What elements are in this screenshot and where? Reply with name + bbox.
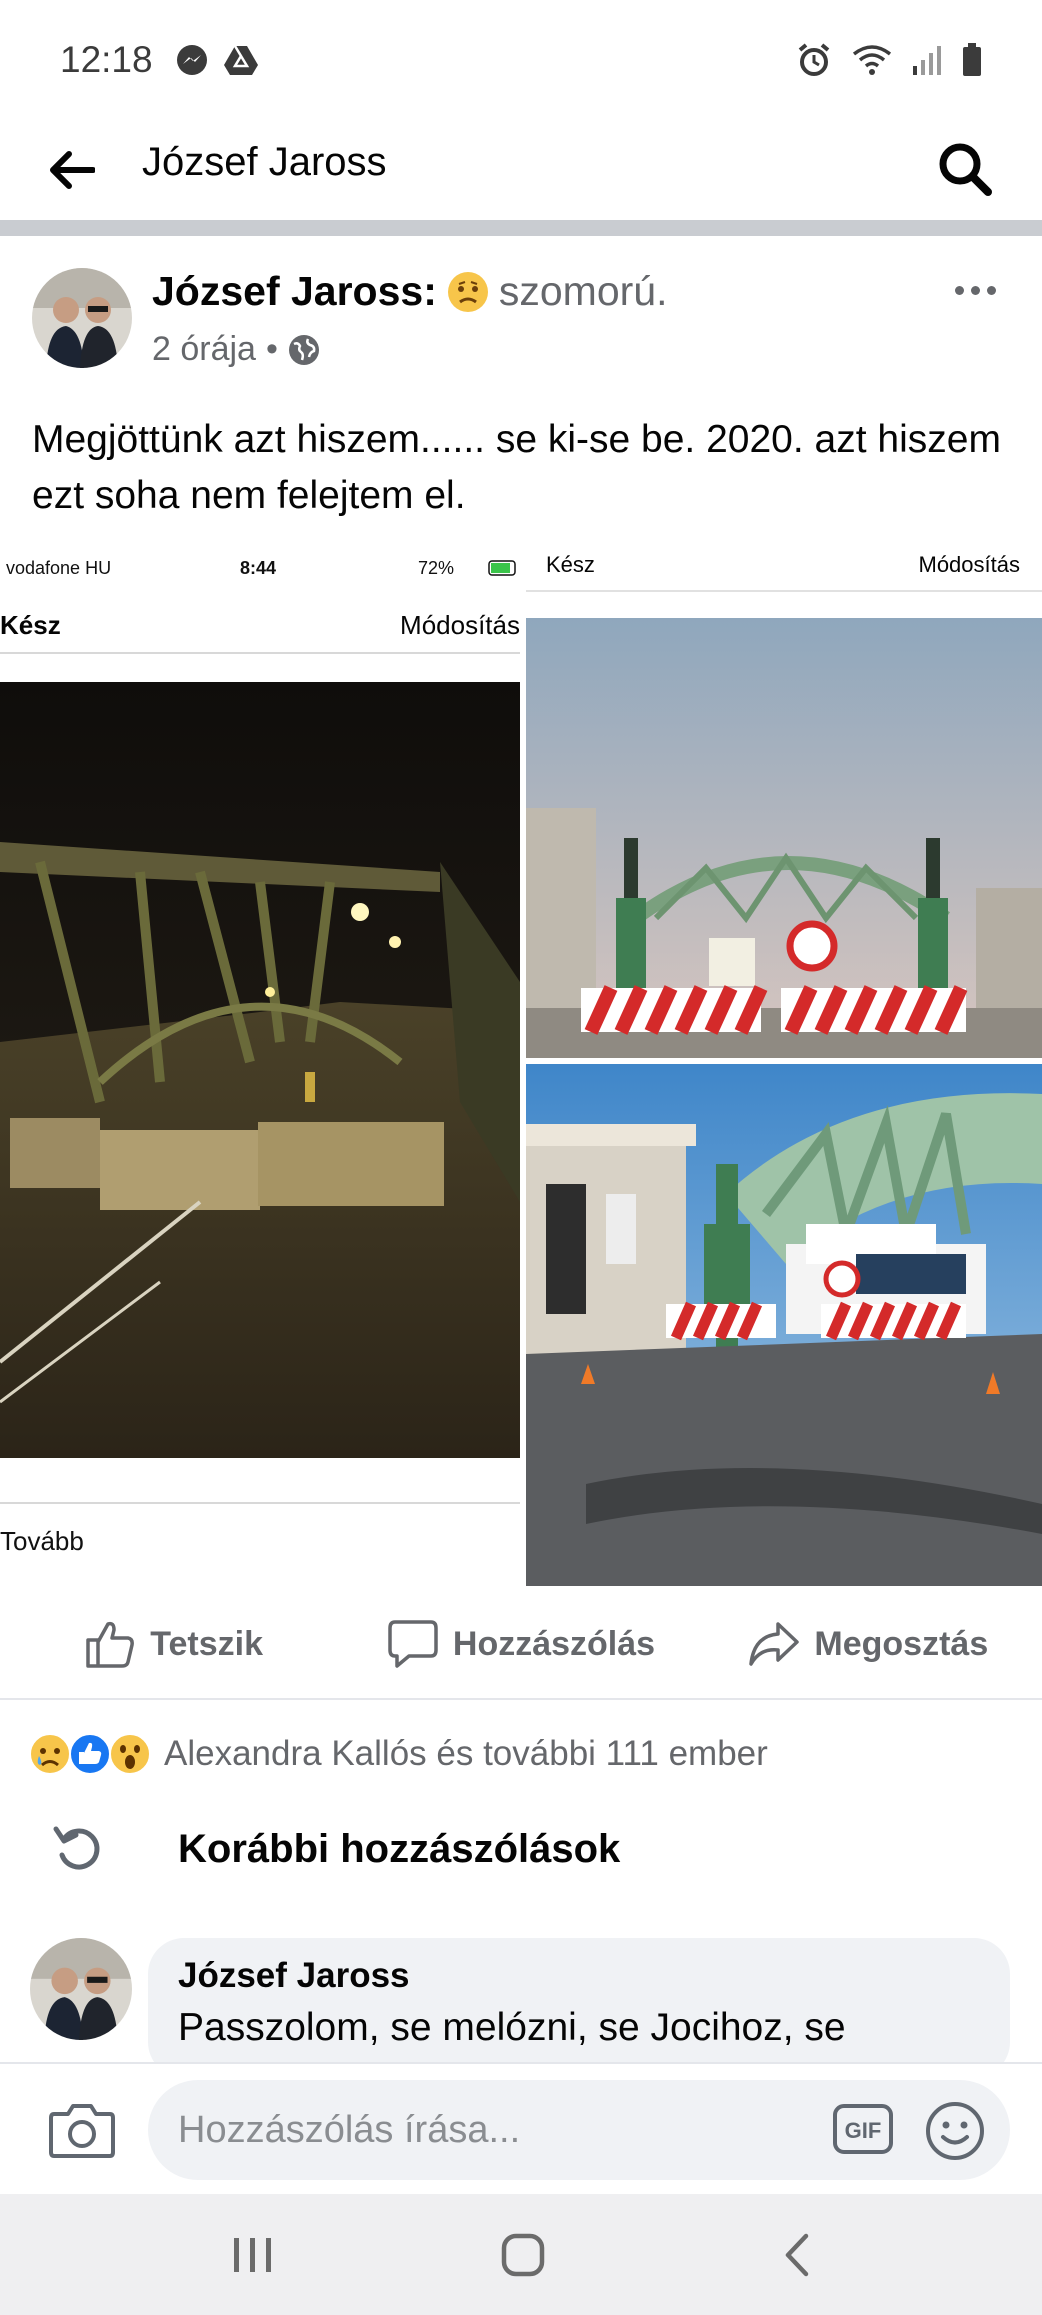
- search-icon: [939, 143, 992, 196]
- post-author-colon: :: [423, 268, 437, 314]
- comment-button[interactable]: Hozzászólás: [347, 1618, 694, 1670]
- camera-button[interactable]: [48, 2100, 116, 2160]
- post-author-name[interactable]: József Jaross: [152, 268, 423, 315]
- app-header: József Jaross: [0, 120, 1042, 220]
- reaction-icons: [28, 1732, 151, 1776]
- signal-icon: [913, 46, 941, 75]
- system-nav-bar: [0, 2194, 1042, 2315]
- battery-icon: [963, 43, 981, 76]
- embedded-edit-label: Módosítás: [918, 552, 1021, 577]
- more-dot-icon: [970, 285, 980, 295]
- wifi-icon: [852, 45, 892, 75]
- more-dot-icon: [954, 285, 964, 295]
- sad-reaction-icon: [29, 1733, 71, 1775]
- thumbs-up-icon: [86, 1621, 135, 1668]
- comment-icon: [388, 1620, 438, 1668]
- embedded-done-label: Kész: [546, 552, 595, 577]
- messenger-icon: [176, 45, 207, 75]
- embedded-divider: [0, 1502, 520, 1504]
- embedded-edit-label: Módosítás: [400, 610, 520, 640]
- embedded-time: 8:44: [240, 558, 277, 578]
- reactions-summary[interactable]: Alexandra Kallós és további 111 ember: [28, 1728, 768, 1780]
- comment-bubble: József Jaross Passzolom, se melózni, se …: [148, 1938, 1010, 2078]
- post-more-options-button[interactable]: [940, 268, 1010, 312]
- sad-face-icon: [447, 271, 488, 312]
- recent-apps-icon: [234, 2238, 271, 2272]
- embedded-divider: [0, 652, 520, 654]
- post-text: Megjöttünk azt hiszem...... se ki-se be.…: [32, 418, 1001, 517]
- back-button[interactable]: [44, 142, 100, 198]
- more-dot-icon: [986, 285, 996, 295]
- photo-1[interactable]: vodafone HU 8:44 72% Kész Módosítás Tová…: [0, 552, 520, 1586]
- embedded-more-label: Tovább: [0, 1526, 84, 1556]
- embedded-done-label: Kész: [0, 610, 61, 640]
- like-reaction-icon: [69, 1733, 111, 1775]
- comment-text: Passzolom, se melózni, se Jocihoz, se: [178, 2006, 846, 2049]
- globe-icon: [288, 334, 319, 365]
- post-timestamp[interactable]: 2 órája: [152, 330, 256, 369]
- status-bar: 12:18: [0, 0, 1042, 120]
- alarm-icon: [798, 43, 830, 76]
- embedded-nav: Kész Módosítás: [0, 602, 520, 652]
- smiley-icon: [926, 2102, 984, 2160]
- wow-reaction-icon: [109, 1733, 151, 1775]
- header-divider: [0, 220, 1042, 236]
- embedded-status-bar: vodafone HU 8:44 72%: [0, 552, 520, 586]
- post-author-avatar[interactable]: [32, 268, 132, 368]
- chevron-left-icon: [785, 2233, 809, 2277]
- post-actions: Tetszik Hozzászólás Megosztás: [0, 1590, 1042, 1698]
- embedded-carrier: vodafone HU: [6, 558, 112, 578]
- comment-author-name[interactable]: József Jaross: [178, 1956, 980, 1996]
- system-back-button[interactable]: [774, 2230, 820, 2280]
- bridge-barrier-photo: [526, 618, 1042, 1058]
- page-title: József Jaross: [142, 140, 387, 184]
- actions-divider: [0, 1698, 1042, 1700]
- embedded-divider: [526, 590, 1042, 592]
- gif-button[interactable]: GIF: [832, 2102, 894, 2156]
- avatar-photo: [30, 1938, 132, 2040]
- reactions-text: Alexandra Kallós és további 111 ember: [164, 1734, 768, 1773]
- post-author-line: József Jaross : szomorú.: [152, 268, 667, 315]
- status-notification-icons: [175, 43, 259, 77]
- embedded-battery: 72%: [418, 558, 455, 578]
- bridge-police-photo: [526, 1064, 1042, 1586]
- embedded-battery-icon: [488, 560, 516, 576]
- status-time: 12:18: [60, 39, 153, 80]
- comment-composer: GIF: [0, 2062, 1042, 2194]
- comment-author-avatar[interactable]: [30, 1938, 132, 2040]
- share-icon: [749, 1622, 800, 1666]
- search-button[interactable]: [932, 136, 998, 202]
- share-button[interactable]: Megosztás: [695, 1618, 1042, 1670]
- night-bridge-photo: [0, 682, 520, 1458]
- previous-comments-label: Korábbi hozzászólások: [178, 1826, 621, 1871]
- svg-text:GIF: GIF: [845, 2118, 882, 2143]
- like-label: Tetszik: [150, 1624, 264, 1663]
- home-icon: [501, 2233, 545, 2277]
- recent-apps-button[interactable]: [230, 2230, 276, 2280]
- comment-label: Hozzászólás: [452, 1624, 656, 1663]
- home-button[interactable]: [500, 2230, 546, 2280]
- avatar-photo: [32, 268, 132, 368]
- post-photo-grid: vodafone HU 8:44 72% Kész Módosítás Tová…: [0, 552, 1042, 1586]
- gif-icon: GIF: [833, 2104, 893, 2154]
- previous-comments-button[interactable]: Korábbi hozzászólások: [50, 1814, 620, 1884]
- post-feeling: szomorú.: [498, 268, 668, 314]
- photo-3[interactable]: [526, 1064, 1042, 1586]
- camera-icon: [49, 2104, 115, 2158]
- emoji-button[interactable]: [924, 2100, 986, 2162]
- status-system-icons: [796, 42, 982, 78]
- refresh-icon: [53, 1826, 100, 1870]
- meta-separator: •: [265, 330, 278, 368]
- arrow-left-icon: [50, 151, 95, 189]
- photo-2[interactable]: Kész Módosítás: [526, 552, 1042, 1058]
- like-button[interactable]: Tetszik: [0, 1618, 347, 1670]
- share-label: Megosztás: [814, 1624, 989, 1663]
- drive-icon: [223, 45, 258, 75]
- post-meta: 2 órája •: [152, 330, 320, 369]
- embedded-nav: Kész Módosítás: [526, 552, 1042, 592]
